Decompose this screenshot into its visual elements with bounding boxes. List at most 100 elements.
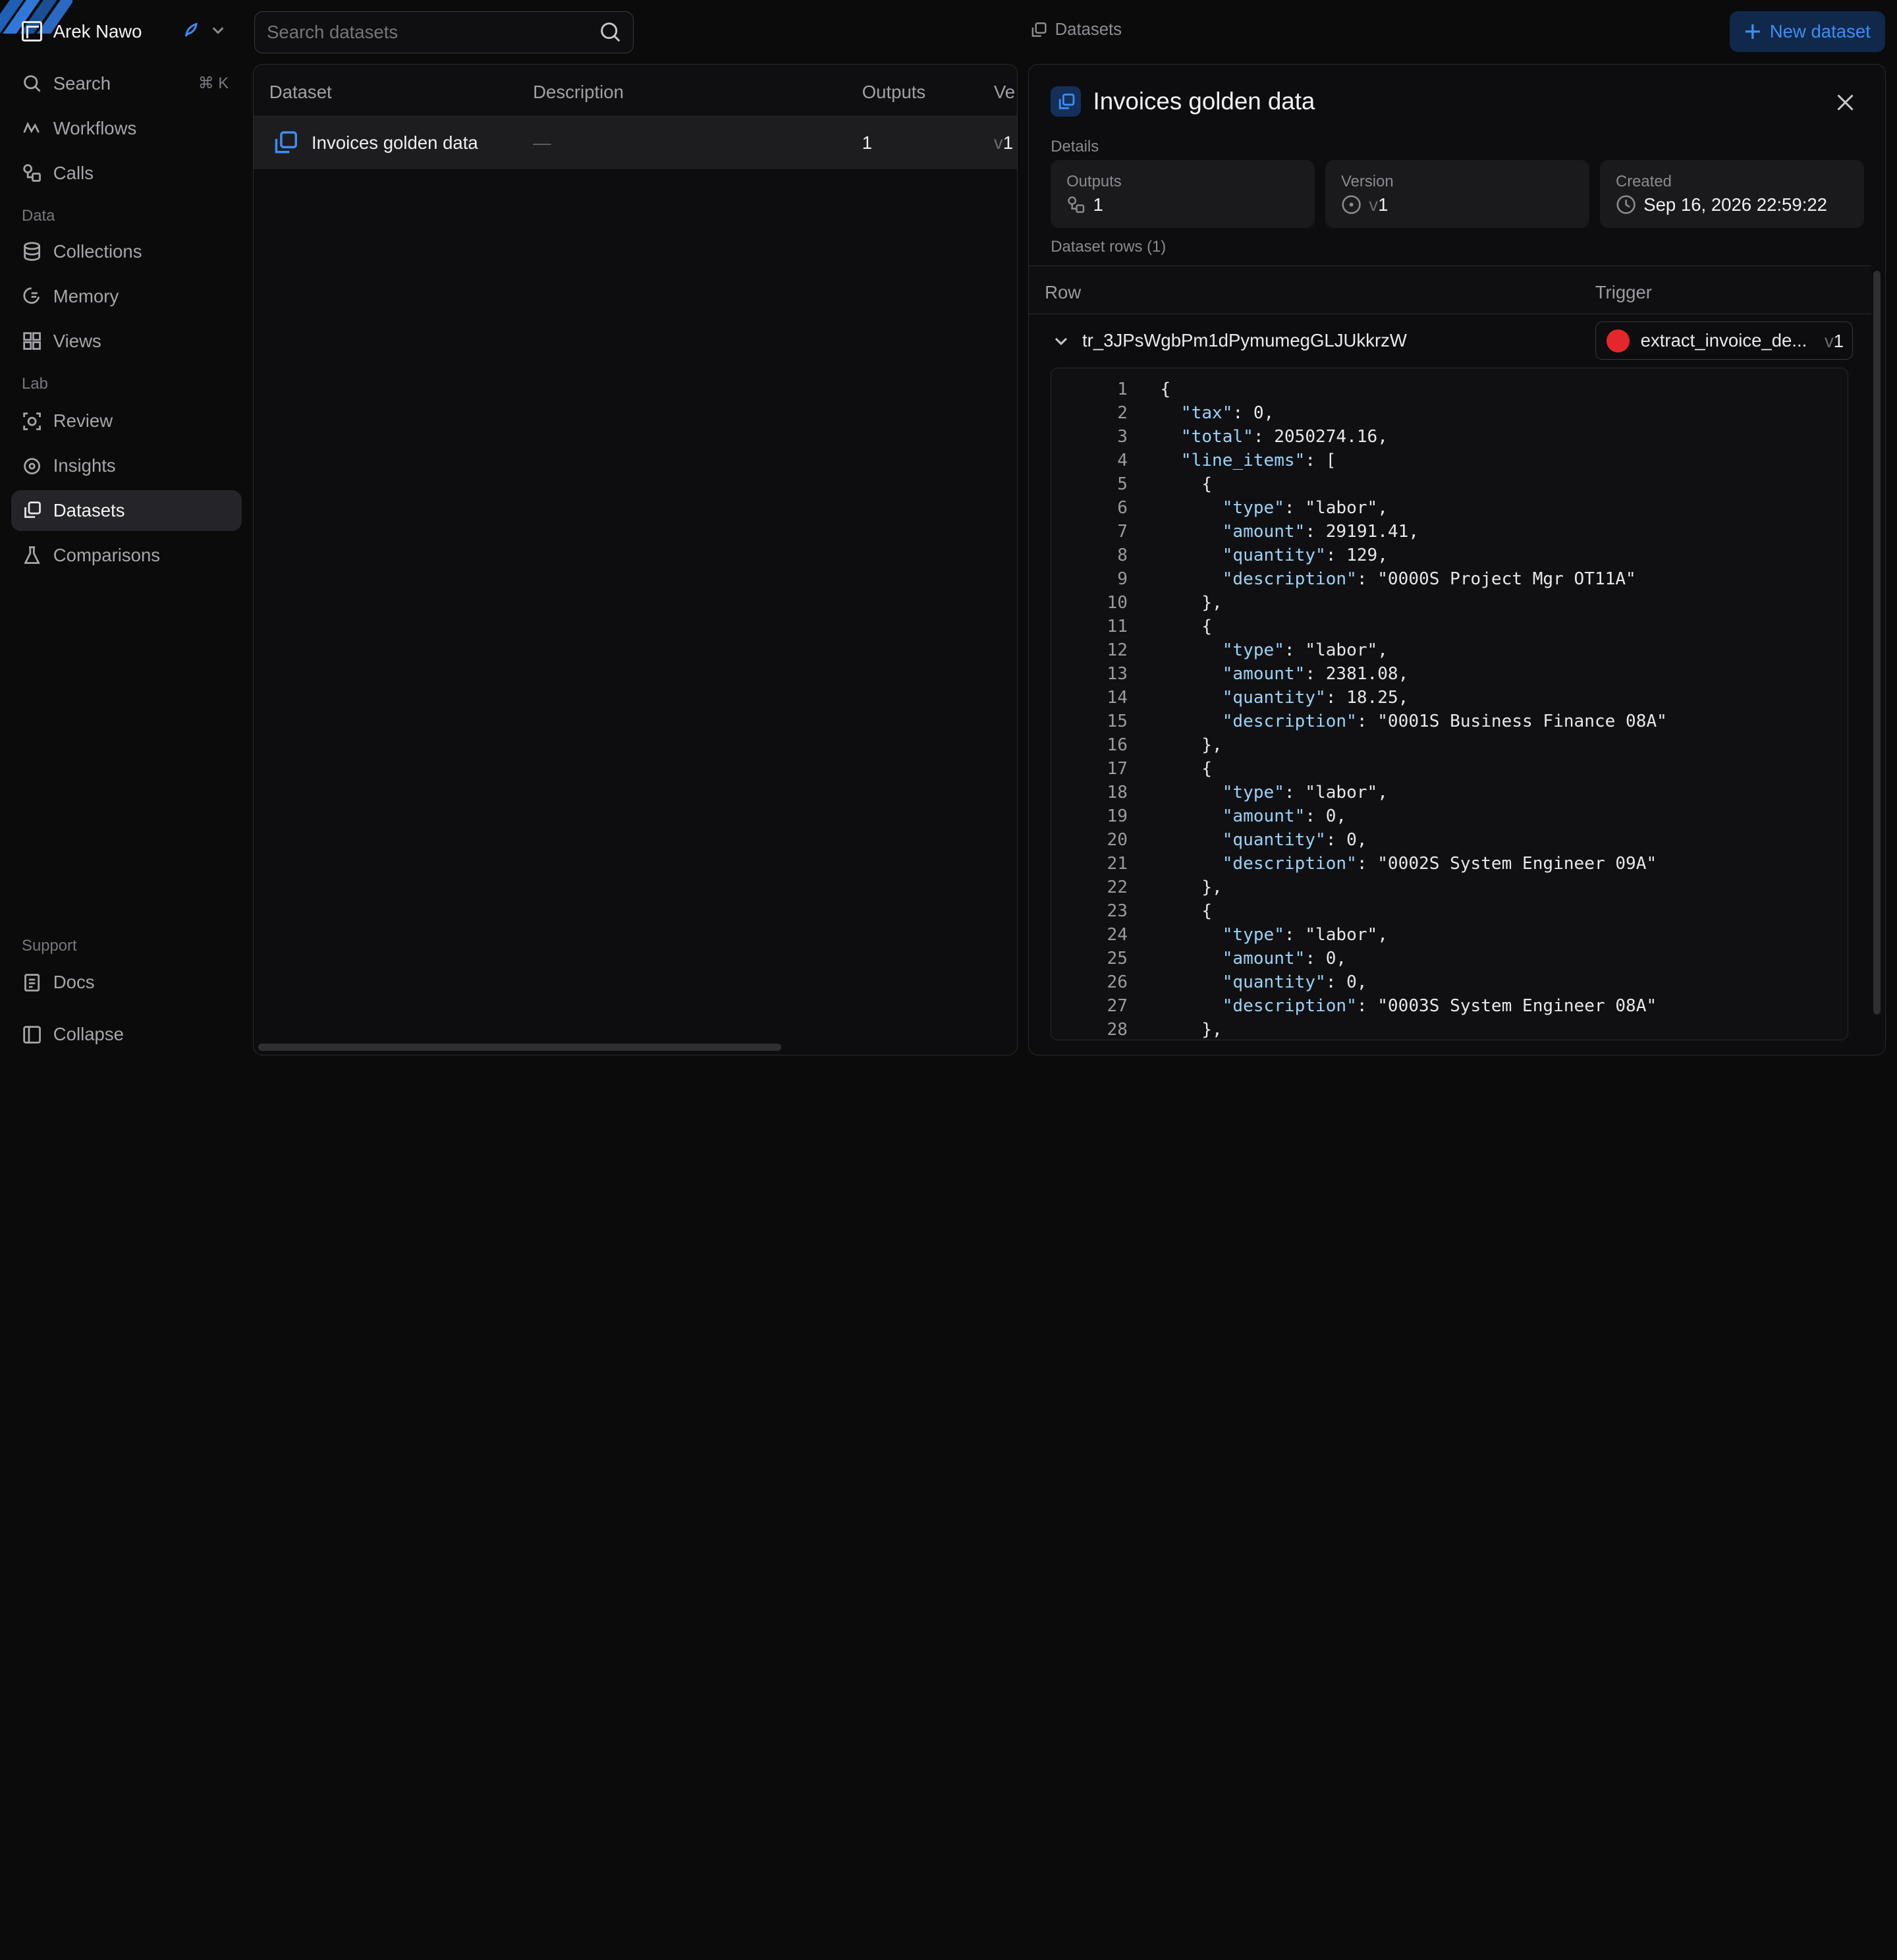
- code-line: 7 "amount": 29191.41,: [1051, 520, 1419, 544]
- row-id: tr_3JPsWgbPm1dPymumegGLJUkkrzW: [1082, 329, 1407, 350]
- code-line: 14 "quantity": 18.25,: [1051, 686, 1409, 710]
- json-code-viewer[interactable]: 1{2 "tax": 0, 3 "total": 2050274.16, 4 "li…: [1051, 367, 1848, 1040]
- sidebar-item-label: Insights: [53, 455, 116, 476]
- workspace-switcher[interactable]: Arek Nawo: [22, 17, 142, 46]
- datasets-icon: [275, 130, 298, 154]
- column-header-dataset[interactable]: Dataset: [269, 82, 332, 103]
- line-number: 9: [1117, 569, 1128, 590]
- vertical-scrollbar[interactable]: [1873, 270, 1881, 1015]
- outputs-icon: [1068, 196, 1085, 213]
- sidebar-item-calls[interactable]: Calls: [11, 152, 242, 193]
- search-input[interactable]: [267, 21, 593, 43]
- code-text: "tax": 0,: [1180, 403, 1275, 424]
- horizontal-scrollbar[interactable]: [258, 1044, 781, 1051]
- version-prefix: v: [1369, 194, 1379, 215]
- line-number: 28: [1107, 1020, 1128, 1040]
- code-line: 8 "quantity": 129,: [1051, 544, 1388, 567]
- code-line: 19 "amount": 0,: [1051, 804, 1347, 828]
- line-number: 26: [1107, 972, 1128, 993]
- line-number: 23: [1107, 901, 1128, 922]
- app-window: Arek Nawo Search ⌘ K Workflows Calls Dat…: [0, 0, 1897, 1067]
- column-header-outputs[interactable]: Outputs: [862, 82, 925, 103]
- code-text: {: [1160, 474, 1213, 495]
- dataset-search[interactable]: [254, 11, 634, 53]
- code-text: "type": "labor",: [1222, 783, 1388, 803]
- sidebar-item-memory[interactable]: Memory: [11, 276, 242, 317]
- code-line: 21 "description": "0002S System Engineer…: [1051, 852, 1657, 876]
- clock-icon: [1616, 195, 1636, 214]
- sidebar-item-workflows[interactable]: Workflows: [11, 107, 242, 148]
- code-line: 12 "type": "labor",: [1051, 638, 1388, 662]
- code-line: 23 {: [1051, 899, 1213, 923]
- table-row[interactable]: Invoices golden data — 1 v1: [253, 117, 1017, 169]
- workflows-icon: [23, 121, 40, 134]
- sidebar-item-label: Collapse: [53, 1024, 124, 1045]
- code-text: },: [1160, 735, 1223, 756]
- search-shortcut: ⌘ K: [198, 74, 229, 93]
- created-label: Created: [1615, 172, 1672, 190]
- collapse-icon: [23, 1026, 41, 1044]
- code-line: 17 {: [1051, 757, 1213, 781]
- datasets-icon: [1031, 22, 1047, 37]
- environment-switcher[interactable]: [182, 20, 225, 40]
- line-number: 25: [1107, 949, 1128, 969]
- line-number: 13: [1107, 664, 1128, 685]
- code-line: 13 "amount": 2381.08,: [1051, 662, 1409, 686]
- line-number: 10: [1107, 593, 1128, 613]
- dataset-row[interactable]: tr_3JPsWgbPm1dPymumegGLJUkkrzW extract_i…: [1029, 316, 1871, 366]
- line-number: 12: [1107, 640, 1128, 661]
- sidebar-item-insights[interactable]: Insights: [11, 445, 242, 486]
- line-number: 4: [1117, 451, 1128, 471]
- close-icon[interactable]: [1834, 92, 1856, 113]
- code-text: {: [1160, 379, 1171, 400]
- details-label: Details: [1051, 137, 1099, 155]
- outputs-value: 1: [1093, 194, 1103, 215]
- code-line: 26 "quantity": 0,: [1051, 970, 1367, 994]
- section-label-support: Support: [22, 936, 77, 955]
- line-number: 27: [1107, 996, 1128, 1017]
- views-icon: [23, 332, 41, 350]
- sidebar-item-label: Calls: [53, 162, 94, 183]
- new-dataset-button[interactable]: New dataset: [1730, 11, 1885, 52]
- sidebar-item-label: Datasets: [53, 500, 125, 521]
- trigger-badge[interactable]: extract_invoice_de... v1: [1595, 321, 1853, 360]
- code-line: 15 "description": "0001S Business Financ…: [1051, 710, 1667, 733]
- column-header-version[interactable]: Ve: [994, 82, 1015, 103]
- sidebar-item-review[interactable]: Review: [11, 401, 242, 441]
- sidebar-item-datasets[interactable]: Datasets: [11, 490, 242, 532]
- datasets-icon: [24, 501, 41, 518]
- code-text: "type": "labor",: [1222, 498, 1388, 518]
- detail-header: Invoices golden data: [1051, 86, 1315, 117]
- sidebar: Arek Nawo Search ⌘ K Workflows Calls Dat…: [0, 0, 252, 1067]
- memory-icon: [23, 287, 40, 304]
- line-number: 2: [1117, 403, 1128, 424]
- sidebar-item-views[interactable]: Views: [11, 321, 242, 362]
- chevron-down-icon[interactable]: [1053, 333, 1069, 349]
- sidebar-item-comparisons[interactable]: Comparisons: [11, 535, 242, 576]
- code-line: 9 "description": "0000S Project Mgr OT11…: [1051, 567, 1636, 591]
- new-dataset-label: New dataset: [1769, 20, 1871, 42]
- sidebar-item-label: Comparisons: [53, 545, 161, 566]
- code-text: },: [1160, 878, 1223, 898]
- code-text: "quantity": 0,: [1222, 972, 1367, 993]
- code-line: 22 },: [1051, 876, 1223, 899]
- version-label: Version: [1341, 172, 1394, 190]
- sidebar-item-docs[interactable]: Docs: [11, 962, 242, 1003]
- outputs-label: Outputs: [1066, 172, 1122, 190]
- column-header-description[interactable]: Description: [533, 82, 624, 103]
- review-icon: [23, 412, 41, 430]
- sidebar-item-collections[interactable]: Collections: [11, 231, 242, 272]
- table-header: Dataset Description Outputs Ve: [253, 65, 1017, 117]
- collapse-sidebar-button[interactable]: Collapse: [11, 1014, 242, 1055]
- sidebar-item-label: Docs: [53, 972, 95, 993]
- code-line: 2 "tax": 0,: [1051, 401, 1274, 425]
- search-icon[interactable]: [599, 21, 621, 43]
- sidebar-item-search[interactable]: Search ⌘ K: [11, 63, 242, 104]
- code-line: 28 },: [1051, 1018, 1223, 1040]
- line-number: 16: [1107, 735, 1128, 756]
- line-number: 7: [1117, 522, 1128, 542]
- code-text: },: [1160, 1020, 1223, 1040]
- flask-icon: [24, 546, 40, 565]
- code-text: {: [1160, 759, 1213, 779]
- code-text: "description": "0000S Project Mgr OT11A": [1222, 569, 1636, 590]
